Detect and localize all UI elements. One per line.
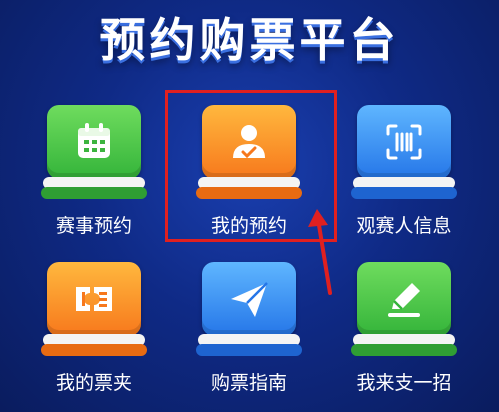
pointer-arrow-icon <box>308 209 332 295</box>
menu-item-label: 购票指南 <box>210 372 287 394</box>
tile-base-shadow <box>196 344 302 356</box>
tile-base-shadow <box>41 344 147 356</box>
menu-item-spectator-info[interactable]: 观赛人信息 <box>351 105 457 245</box>
scan-icon <box>357 105 451 179</box>
edit-icon <box>357 262 451 336</box>
tile-base-shadow <box>41 187 147 199</box>
ticket-icon <box>47 262 141 336</box>
page-title: 预约购票平台 <box>99 13 400 67</box>
menu-item-label: 观赛人信息 <box>356 215 452 237</box>
menu-item-label: 我的票夹 <box>55 372 132 394</box>
menu-item-label: 赛事预约 <box>55 215 132 237</box>
paper-plane-icon <box>202 262 296 336</box>
menu-item-my-tickets[interactable]: 我的票夹 <box>41 262 147 402</box>
tile-base-shadow <box>351 187 457 199</box>
menu-item-label: 我来支一招 <box>356 372 452 394</box>
tile-base-shadow <box>351 344 457 356</box>
menu-item-suggestion[interactable]: 我来支一招 <box>351 262 457 402</box>
menu-item-ticket-guide[interactable]: 购票指南 <box>196 262 302 402</box>
menu-item-event-reservation[interactable]: 赛事预约 <box>41 105 147 245</box>
calendar-icon <box>47 105 141 179</box>
